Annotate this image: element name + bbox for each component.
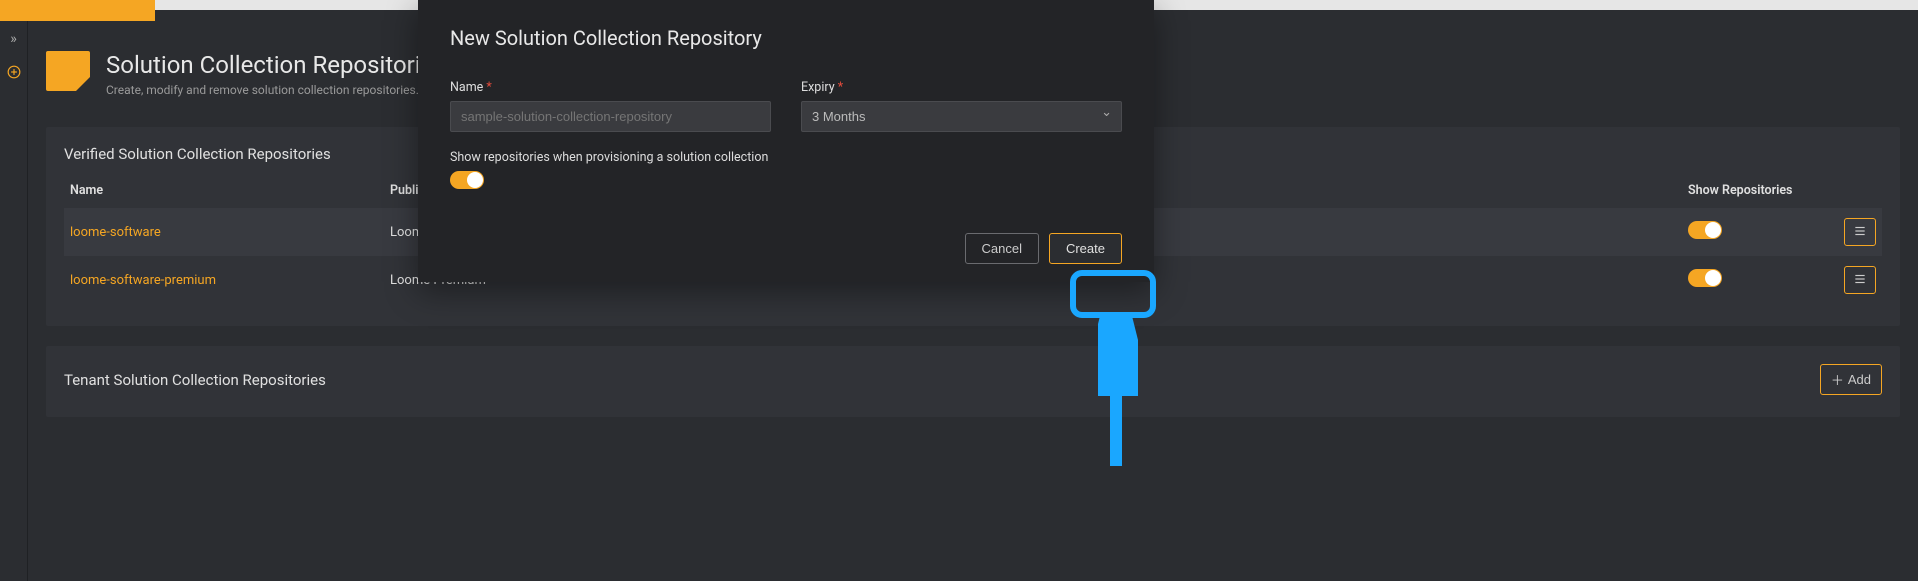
list-icon	[1853, 272, 1867, 289]
expand-icon[interactable]: »	[10, 31, 17, 47]
col-show: Show Repositories	[1682, 179, 1832, 208]
tenant-heading: Tenant Solution Collection Repositories	[64, 371, 326, 389]
col-name: Name	[64, 179, 384, 208]
browse-button[interactable]	[1844, 266, 1876, 294]
brand-block	[0, 0, 155, 21]
repo-link[interactable]: loome-software-premium	[70, 273, 216, 288]
plus-circle-icon[interactable]	[7, 65, 21, 83]
page-subtitle: Create, modify and remove solution colle…	[106, 83, 446, 97]
show-toggle[interactable]	[1688, 269, 1722, 287]
name-input[interactable]	[450, 101, 771, 132]
plus-icon: ＋	[1831, 370, 1844, 389]
add-label: Add	[1848, 372, 1871, 387]
expiry-label: Expiry *	[801, 80, 1122, 95]
page-title: Solution Collection Repositories	[106, 51, 446, 79]
col-actions	[1832, 179, 1882, 208]
repo-link[interactable]: loome-software	[70, 225, 161, 240]
name-label: Name *	[450, 80, 771, 95]
browse-button[interactable]	[1844, 218, 1876, 246]
add-button[interactable]: ＋ Add	[1820, 364, 1882, 395]
expiry-select[interactable]: 3 Months	[801, 101, 1122, 132]
tenant-panel: Tenant Solution Collection Repositories …	[46, 346, 1900, 417]
cancel-button[interactable]: Cancel	[965, 233, 1039, 264]
modal-footer: Cancel Create	[418, 233, 1154, 264]
show-toggle[interactable]	[1688, 221, 1722, 239]
show-repos-label: Show repositories when provisioning a so…	[450, 150, 1122, 165]
show-repos-toggle[interactable]	[450, 171, 484, 189]
new-repo-modal: New Solution Collection Repository Name …	[418, 0, 1154, 282]
modal-body: Name * Expiry * 3 Months Show repositori…	[418, 80, 1154, 193]
sidebar: »	[0, 21, 28, 581]
create-button[interactable]: Create	[1049, 233, 1122, 264]
modal-header: New Solution Collection Repository	[418, 0, 1154, 80]
list-icon	[1853, 224, 1867, 241]
modal-title: New Solution Collection Repository	[450, 26, 1122, 50]
folder-icon	[46, 51, 90, 91]
